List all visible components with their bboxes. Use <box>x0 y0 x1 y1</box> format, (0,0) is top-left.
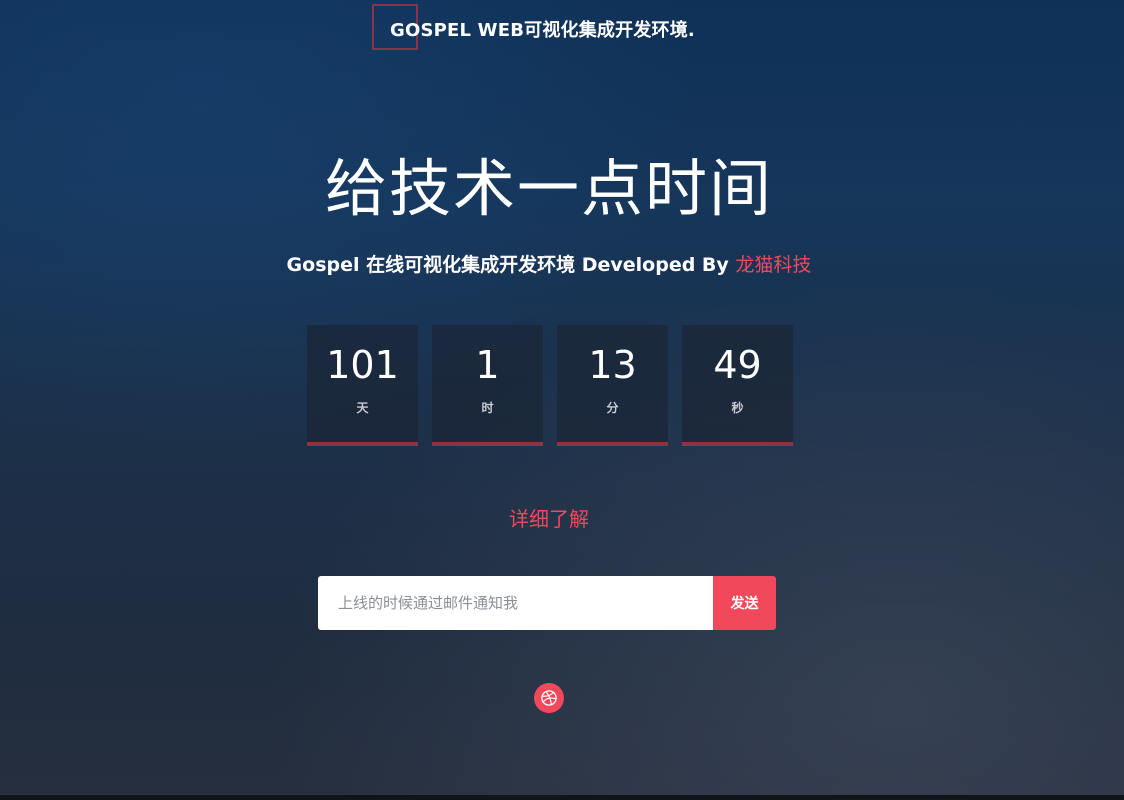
site-logo[interactable]: GOSPEL WEB可视化集成开发环境. <box>372 4 695 54</box>
countdown-hours: 1 时 <box>432 325 543 446</box>
dribbble-glyph <box>541 690 557 706</box>
countdown-seconds-label: 秒 <box>731 401 744 415</box>
send-button[interactable]: 发送 <box>713 576 776 630</box>
countdown-days: 101 天 <box>307 325 418 446</box>
logo-text: GOSPEL WEB可视化集成开发环境. <box>390 20 695 41</box>
page-title: 给技术一点时间 <box>324 152 773 225</box>
learn-more-link[interactable]: 详细了解 <box>0 503 1098 532</box>
countdown-minutes: 13 分 <box>557 325 668 446</box>
subtitle-text: Gospel 在线可视化集成开发环境 Developed By <box>286 254 736 276</box>
bottom-strip <box>0 795 1124 800</box>
email-field[interactable] <box>318 576 713 630</box>
countdown-seconds-value: 49 <box>713 343 762 387</box>
countdown-hours-value: 1 <box>475 343 500 387</box>
countdown-days-label: 天 <box>356 401 369 415</box>
countdown-days-value: 101 <box>326 343 399 387</box>
countdown-hours-label: 时 <box>481 401 494 415</box>
dribbble-icon[interactable] <box>534 683 564 713</box>
countdown-minutes-label: 分 <box>606 401 619 415</box>
page-subtitle: Gospel 在线可视化集成开发环境 Developed By 龙猫科技 <box>0 250 1098 277</box>
countdown-seconds: 49 秒 <box>682 325 793 446</box>
countdown-timer: 101 天 1 时 13 分 49 秒 <box>307 325 793 446</box>
countdown-minutes-value: 13 <box>588 343 637 387</box>
subscribe-form: 发送 <box>318 576 776 630</box>
brand-link[interactable]: 龙猫科技 <box>735 254 811 276</box>
